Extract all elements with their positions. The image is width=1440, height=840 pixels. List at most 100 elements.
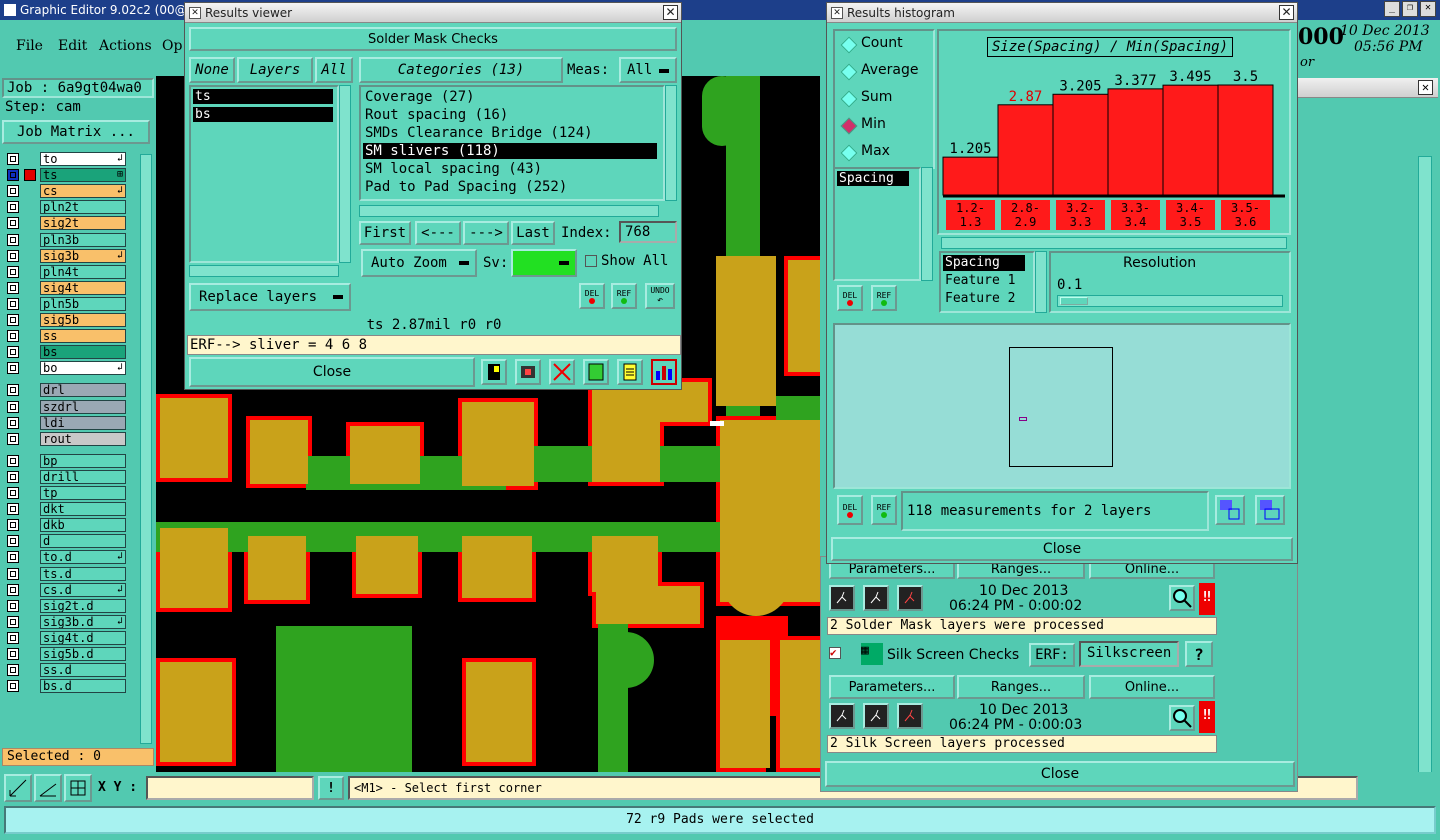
grid-icon[interactable]	[64, 774, 92, 802]
measure-icon[interactable]	[34, 774, 62, 802]
layer-checkbox[interactable]	[7, 400, 19, 413]
run-stop-icon[interactable]	[897, 703, 923, 729]
display-icon[interactable]	[481, 359, 507, 385]
layer-row-drl[interactable]: drl	[4, 383, 126, 398]
histogram-bar[interactable]	[942, 156, 999, 196]
layer-row-sig3b.d[interactable]: sig3b.d ↲	[4, 614, 126, 629]
layer-row-cs.d[interactable]: cs.d ↲	[4, 582, 126, 597]
histogram-icon[interactable]	[651, 359, 677, 385]
layer-row-cs[interactable]: cs ↲	[4, 184, 126, 199]
layer-row-ts[interactable]: ts ⊞	[4, 168, 126, 183]
layer-checkbox[interactable]	[7, 330, 19, 343]
layer-checkbox[interactable]	[7, 416, 19, 429]
zoom-result-icon[interactable]	[515, 359, 541, 385]
histogram-bar[interactable]	[1107, 88, 1164, 196]
layer-row-tp[interactable]: tp	[4, 486, 126, 500]
layer-checkbox[interactable]	[7, 201, 19, 214]
layer-row-d[interactable]: d	[4, 534, 126, 549]
feature-item[interactable]: Feature 2	[943, 291, 1025, 307]
job-matrix-button[interactable]: Job Matrix ...	[2, 120, 150, 144]
index-input[interactable]: 768	[619, 221, 677, 243]
layer-row-pln3b[interactable]: pln3b	[4, 232, 126, 247]
mode-radio-max[interactable]	[840, 144, 858, 162]
layer-list-vscroll[interactable]	[339, 85, 351, 263]
layer-checkbox[interactable]	[7, 153, 19, 165]
online-button-2[interactable]: Online...	[1089, 675, 1215, 699]
menu-edit[interactable]: Edit	[58, 38, 87, 54]
layer-row-to.d[interactable]: to.d ↲	[4, 550, 126, 565]
layer-checkbox[interactable]	[7, 454, 19, 467]
layer-checkbox[interactable]	[7, 664, 19, 677]
checks-close-button[interactable]: Close	[825, 761, 1295, 787]
replace-layers-dropdown[interactable]: Replace layers	[189, 283, 351, 311]
list-item[interactable]: bs	[193, 107, 333, 122]
layer-row-sig2t.d[interactable]: sig2t.d	[4, 598, 126, 613]
layer-checkbox[interactable]	[7, 362, 19, 375]
layer-row-sig4t.d[interactable]: sig4t.d	[4, 630, 126, 645]
preview-del-button[interactable]: DEL	[837, 495, 863, 525]
layer-checkbox[interactable]	[7, 265, 19, 278]
del-button[interactable]: DEL	[579, 283, 605, 309]
run-selected-icon[interactable]	[863, 585, 889, 611]
layer-checkbox[interactable]	[7, 297, 19, 310]
layer-row-rout[interactable]: rout	[4, 431, 126, 446]
spacing-list-scrollbar[interactable]	[921, 167, 933, 281]
layer-row-bs[interactable]: bs	[4, 345, 126, 360]
category-item[interactable]: Pad to Pad Spacing (252)	[363, 179, 657, 195]
layer-row-ldi[interactable]: ldi	[4, 415, 126, 430]
layers-button[interactable]: Layers	[237, 57, 313, 83]
layer-checkbox[interactable]	[7, 615, 19, 628]
severity-dropdown[interactable]	[511, 249, 577, 277]
layer-checkbox[interactable]	[7, 384, 19, 397]
close-button[interactable]: Close	[189, 357, 475, 387]
layer-row-ss[interactable]: ss	[4, 329, 126, 344]
help-button[interactable]: ?	[1185, 641, 1213, 667]
right-subwindow-close-icon[interactable]: ✕	[1418, 80, 1433, 95]
layer-row-pln4t[interactable]: pln4t	[4, 264, 126, 279]
close-icon[interactable]: ✕	[663, 5, 678, 20]
histogram-bar[interactable]	[1052, 93, 1109, 196]
restore-button[interactable]: ❐	[1402, 1, 1418, 17]
layer-checkbox[interactable]	[7, 567, 19, 580]
report-icon[interactable]	[617, 359, 643, 385]
layer-row-sig5b[interactable]: sig5b	[4, 313, 126, 327]
layer-row-szdrl[interactable]: szdrl	[4, 399, 126, 414]
category-item[interactable]: SM local spacing (43)	[363, 161, 657, 177]
last-button[interactable]: Last	[511, 221, 555, 245]
run-stop-icon[interactable]	[897, 585, 923, 611]
feature-item[interactable]: Feature 1	[943, 273, 1025, 289]
close-app-button[interactable]: ✕	[1420, 1, 1436, 17]
feature-list-scrollbar[interactable]	[1035, 251, 1047, 313]
close-icon[interactable]: ✕	[1279, 5, 1294, 20]
layer-checkbox[interactable]	[7, 169, 19, 182]
layer-checkbox[interactable]	[7, 519, 19, 532]
next-button[interactable]: --->	[463, 221, 509, 245]
silk-checkbox[interactable]: ✔	[829, 647, 841, 659]
layer-row-pln2t[interactable]: pln2t	[4, 200, 126, 215]
layer-row-sig3b[interactable]: sig3b ↲	[4, 248, 126, 263]
ref-button[interactable]: REF	[611, 283, 637, 309]
layer-row-ss.d[interactable]: ss.d	[4, 663, 126, 678]
layer-checkbox[interactable]	[7, 535, 19, 548]
histogram-bar[interactable]	[997, 104, 1054, 196]
layer-row-to[interactable]: to ↲	[4, 152, 126, 166]
menu-actions[interactable]: Actions	[99, 38, 152, 54]
run-icon[interactable]	[829, 585, 855, 611]
layer-checkbox[interactable]	[7, 583, 19, 596]
meas-dropdown[interactable]: All	[619, 57, 677, 83]
layer-list-hscroll[interactable]	[189, 265, 339, 277]
ref-cross-icon[interactable]	[549, 359, 575, 385]
preview-ref-button[interactable]: REF	[871, 495, 897, 525]
hist-del-button[interactable]: DEL	[837, 285, 863, 311]
layer-checkbox[interactable]	[7, 487, 19, 499]
layer-row-bp[interactable]: bp	[4, 453, 126, 468]
hist-ref-button[interactable]: REF	[871, 285, 897, 311]
mode-radio-sum[interactable]	[840, 90, 858, 108]
previous-button[interactable]: <---	[415, 221, 461, 245]
zoom-icon[interactable]	[1169, 705, 1195, 731]
list-item[interactable]: ts	[193, 89, 333, 104]
layer-checkbox[interactable]	[7, 281, 19, 294]
menu-options[interactable]: Op	[162, 38, 182, 54]
mode-radio-count[interactable]	[840, 36, 858, 54]
category-list-vscroll[interactable]	[665, 85, 677, 201]
